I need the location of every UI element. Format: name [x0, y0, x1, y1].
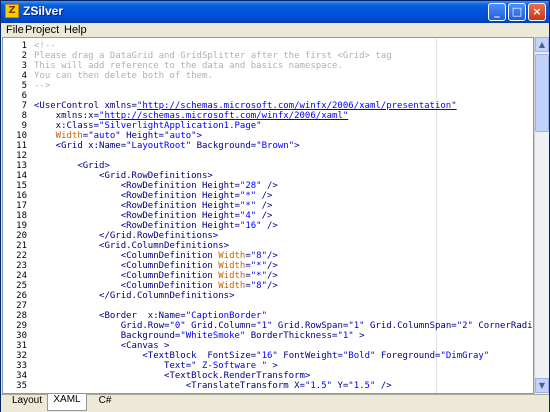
code-token: FontWeight= — [277, 351, 343, 361]
code-token: "1" — [337, 331, 354, 341]
code-token: <TranslateTransform X= — [34, 381, 305, 391]
code-text: --> — [34, 80, 50, 92]
close-button[interactable]: × — [528, 3, 546, 21]
scroll-down-arrow-icon[interactable]: ▼ — [535, 378, 549, 393]
code-token: "WhiteSmoke" — [180, 331, 246, 341]
menu-bar: File Project Help — [1, 23, 549, 37]
app-logo-icon: Z — [5, 4, 19, 18]
maximize-button[interactable]: □ — [508, 3, 526, 21]
code-token: "LayoutRoot" — [126, 141, 192, 151]
menu-file[interactable]: File — [6, 23, 24, 37]
code-token: You can then delete both of them. — [34, 71, 213, 81]
code-token: "8" — [250, 281, 268, 291]
code-token: </Grid.ColumnDefinitions> — [34, 291, 235, 301]
code-token: "2" — [456, 321, 473, 331]
code-token: /> — [261, 221, 278, 231]
code-token: "Bold" — [342, 351, 376, 361]
xaml-code-editor[interactable]: 1 <!-- 2 Please drag a DataGrid and GridSpl… — [2, 37, 534, 394]
code-token: Background= — [191, 141, 257, 151]
code-text: <Grid x:Name="LayoutRoot" Background="Br… — [34, 140, 300, 152]
code-token: "Brown" — [256, 141, 295, 151]
window-title: ZSilver — [23, 4, 64, 18]
code-token: --> — [34, 81, 51, 91]
menu-project[interactable]: Project — [25, 23, 59, 37]
code-text: <TranslateTransform X="1.5" Y="1.5" /> — [34, 380, 392, 392]
code-token: Foreground= — [375, 351, 441, 361]
code-token: BorderThickness= — [245, 331, 338, 341]
scroll-thumb[interactable] — [535, 54, 549, 132]
code-text: You can then delete both of them. — [34, 70, 213, 82]
code-token: /> — [267, 281, 278, 291]
minimize-button[interactable]: _ — [488, 3, 506, 21]
code-token: CornerRadius= — [478, 321, 533, 331]
app-window: Z ZSilver _ □ × File Project Help 1 <!-- 2… — [0, 0, 550, 412]
vertical-scrollbar[interactable]: ▲ ▼ — [534, 37, 549, 394]
code-token: <Grid x:Name= — [34, 141, 127, 151]
code-token: > — [294, 141, 300, 151]
title-bar[interactable]: Z ZSilver _ □ × — [1, 1, 549, 23]
code-token: "1.5" — [348, 381, 376, 391]
editor-tab-bar: Layout XAML C# — [1, 394, 549, 412]
code-token: "DimGray" — [440, 351, 490, 361]
menu-help[interactable]: Help — [64, 23, 87, 37]
code-token: Grid.ColumnSpan= — [364, 321, 457, 331]
code-token: /> — [375, 381, 392, 391]
code-text: </Grid.ColumnDefinitions> — [34, 290, 234, 302]
code-token: > — [353, 331, 365, 341]
right-margin-guide — [436, 38, 437, 393]
line-number: 35 — [16, 381, 27, 391]
tab-layout[interactable]: Layout — [7, 395, 47, 411]
code-token: Y= — [332, 381, 349, 391]
tab-xaml[interactable]: XAML — [47, 394, 87, 411]
tab-csharp[interactable]: C# — [87, 395, 123, 411]
code-token: "16" — [239, 221, 262, 231]
code-token: "1.5" — [304, 381, 333, 391]
scroll-up-arrow-icon[interactable]: ▲ — [535, 37, 549, 52]
